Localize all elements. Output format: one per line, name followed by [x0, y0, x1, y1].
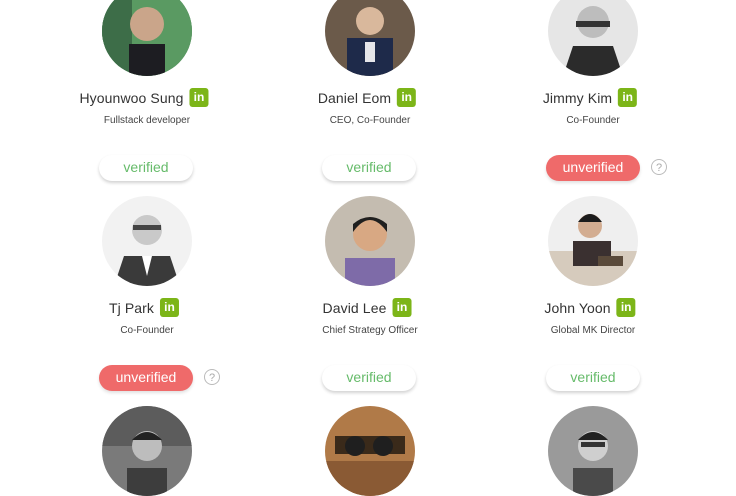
linkedin-icon[interactable]: in — [189, 88, 209, 107]
member-name: Hyounwoo Sung — [79, 89, 184, 106]
verified-badge[interactable]: verified — [322, 155, 416, 181]
avatar — [102, 0, 192, 76]
linkedin-icon[interactable]: in — [160, 298, 180, 317]
member-role: Co-Founder — [566, 115, 620, 126]
member-name: David Lee — [322, 299, 387, 316]
member-name-row: Hyounwoo Sung in — [79, 88, 209, 107]
member-name: Jimmy Kim — [542, 89, 613, 106]
member-name-row: Daniel Eom in — [317, 88, 417, 107]
member-role: Fullstack developer — [103, 115, 191, 126]
member-name-row: Jimmy Kim in — [542, 88, 638, 107]
avatar — [548, 196, 638, 286]
member-name-row: John Yoon in — [544, 298, 636, 317]
help-icon[interactable]: ? — [651, 159, 667, 175]
member-name: Tj Park — [108, 299, 155, 316]
help-icon[interactable]: ? — [204, 369, 220, 385]
avatar — [102, 196, 192, 286]
linkedin-icon[interactable]: in — [392, 298, 412, 317]
member-role: CEO, Co-Founder — [329, 115, 411, 126]
avatar — [325, 196, 415, 286]
unverified-badge[interactable]: unverified — [99, 365, 193, 391]
avatar — [548, 0, 638, 76]
verified-badge[interactable]: verified — [322, 365, 416, 391]
avatar — [102, 406, 192, 496]
avatar — [548, 406, 638, 496]
member-role: Chief Strategy Officer — [322, 325, 418, 336]
linkedin-icon[interactable]: in — [616, 298, 636, 317]
member-name: John Yoon — [544, 299, 611, 316]
linkedin-icon[interactable]: in — [618, 88, 638, 107]
member-name-row: Tj Park in — [108, 298, 180, 317]
verified-badge[interactable]: verified — [99, 155, 193, 181]
avatar — [325, 406, 415, 496]
member-role: Global MK Director — [550, 325, 636, 336]
verified-badge[interactable]: verified — [546, 365, 640, 391]
unverified-badge[interactable]: unverified — [546, 155, 640, 181]
member-role: Co-Founder — [120, 325, 174, 336]
avatar — [325, 0, 415, 76]
linkedin-icon[interactable]: in — [397, 88, 417, 107]
member-name-row: David Lee in — [323, 298, 412, 317]
member-name: Daniel Eom — [317, 89, 392, 106]
